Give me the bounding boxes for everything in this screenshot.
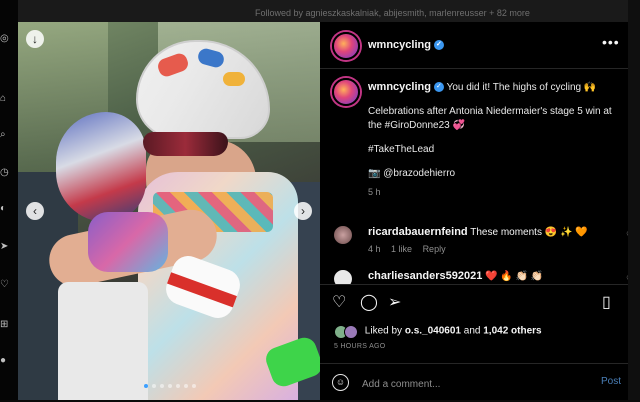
commenter-avatar[interactable]	[332, 268, 354, 284]
post-timestamp[interactable]: 5 HOURS AGO	[334, 343, 386, 350]
background-grid-edge	[628, 0, 640, 400]
comment-text: These moments 😍 ✨ 🧡	[470, 227, 588, 238]
post-photo[interactable]: ↓ ‹ ›	[18, 22, 320, 400]
carousel-dot[interactable]	[184, 384, 188, 388]
carousel-dot[interactable]	[160, 384, 164, 388]
explore-icon[interactable]: ◷	[0, 168, 10, 178]
comment-input[interactable]	[360, 375, 584, 393]
paper-plane-icon[interactable]: ➢	[388, 295, 401, 311]
reels-icon[interactable]: ◐	[0, 204, 10, 214]
post-header: wmncycling ✓ •••	[320, 22, 628, 69]
comments-section: wmncycling ✓ You did it! The highs of cyc…	[320, 68, 628, 284]
verified-badge-icon: ✓	[433, 40, 444, 51]
caption-line-3[interactable]: #TakeTheLead	[368, 143, 618, 157]
carousel-dot[interactable]	[152, 384, 156, 388]
verified-badge-icon: ✓	[433, 82, 444, 93]
followed-by-text: Followed by agnieszkaskalniak, abijesmit…	[255, 8, 530, 18]
post-button[interactable]: Post	[601, 376, 621, 387]
post-actions: ♡ ◯ ➢ ▯ Liked by o.s._040601 and 1,042 o…	[320, 284, 628, 401]
comment-time: 4 h	[368, 244, 381, 254]
caption-time: 5 h	[368, 187, 381, 197]
carousel-dot[interactable]	[192, 384, 196, 388]
comment-likes[interactable]: 1 like	[391, 244, 412, 254]
carousel-dot[interactable]	[168, 384, 172, 388]
home-icon[interactable]: ⌂	[0, 94, 10, 104]
carousel-dots	[144, 384, 196, 388]
emoji-smiley-icon[interactable]: ☺	[332, 374, 349, 391]
heart-outline-icon[interactable]: ♡	[332, 295, 346, 311]
left-nav-rail: ◎ ⌂ ⌕ ◷ ◐ ➤ ♡ ⊞ ●	[0, 0, 18, 400]
comment-bubble-icon[interactable]: ◯	[360, 295, 378, 311]
comment-composer: ☺ Post	[320, 363, 628, 402]
caption-line-1: You did it! The highs of cycling 🙌	[446, 82, 597, 93]
caption-line-2: Celebrations after Antonia Niedermaier's…	[368, 106, 612, 131]
carousel-dot[interactable]	[176, 384, 180, 388]
comment-reply[interactable]: Reply	[423, 244, 446, 254]
caption-avatar[interactable]	[332, 78, 360, 106]
comment-username[interactable]: ricardabauernfeind	[368, 226, 468, 238]
comment-like-icon[interactable]: ♡	[626, 274, 628, 284]
author-username[interactable]: wmncycling ✓	[368, 39, 444, 51]
liked-by: Liked by o.s._040601 and 1,042 others	[334, 325, 542, 339]
commenter-avatar[interactable]	[332, 224, 354, 246]
carousel-prev-button[interactable]: ‹	[26, 202, 44, 220]
instagram-icon[interactable]: ◎	[0, 34, 10, 44]
author-avatar[interactable]	[332, 32, 360, 60]
post-sidebar: wmncycling ✓ ••• wmncycling ✓ You did it! …	[320, 22, 628, 400]
comment-like-icon[interactable]: ♡	[626, 230, 628, 241]
download-icon[interactable]: ↓	[26, 30, 44, 48]
search-icon[interactable]: ⌕	[0, 130, 10, 140]
carousel-next-button[interactable]: ›	[294, 202, 312, 220]
liker-avatars	[334, 325, 358, 339]
more-options-icon[interactable]: •••	[602, 34, 620, 50]
helmet-blue-image	[56, 112, 146, 222]
bookmark-outline-icon[interactable]: ▯	[602, 295, 611, 311]
notifications-icon[interactable]: ♡	[0, 280, 10, 290]
carousel-dot[interactable]	[144, 384, 148, 388]
liked-by-user[interactable]: o.s._040601	[405, 326, 461, 337]
comment-username[interactable]: charliesanders592021	[368, 270, 482, 282]
caption-line-4: 📷 @brazodehierro	[368, 168, 456, 179]
background-profile-strip: Followed by agnieszkaskalniak, abijesmit…	[0, 0, 640, 22]
profile-icon[interactable]: ●	[0, 356, 10, 366]
create-icon[interactable]: ⊞	[0, 320, 10, 330]
comment-text: ❤️ 🔥 👏🏻 👏🏻	[485, 271, 544, 282]
post-modal: ↓ ‹ › wmncycling ✓ ••• wmncycling ✓ You di…	[18, 22, 628, 400]
messages-icon[interactable]: ➤	[0, 242, 10, 252]
caption: wmncycling ✓ You did it! The highs of cyc…	[368, 80, 618, 199]
liked-by-others[interactable]: 1,042 others	[483, 326, 541, 337]
caption-username[interactable]: wmncycling	[368, 81, 431, 93]
